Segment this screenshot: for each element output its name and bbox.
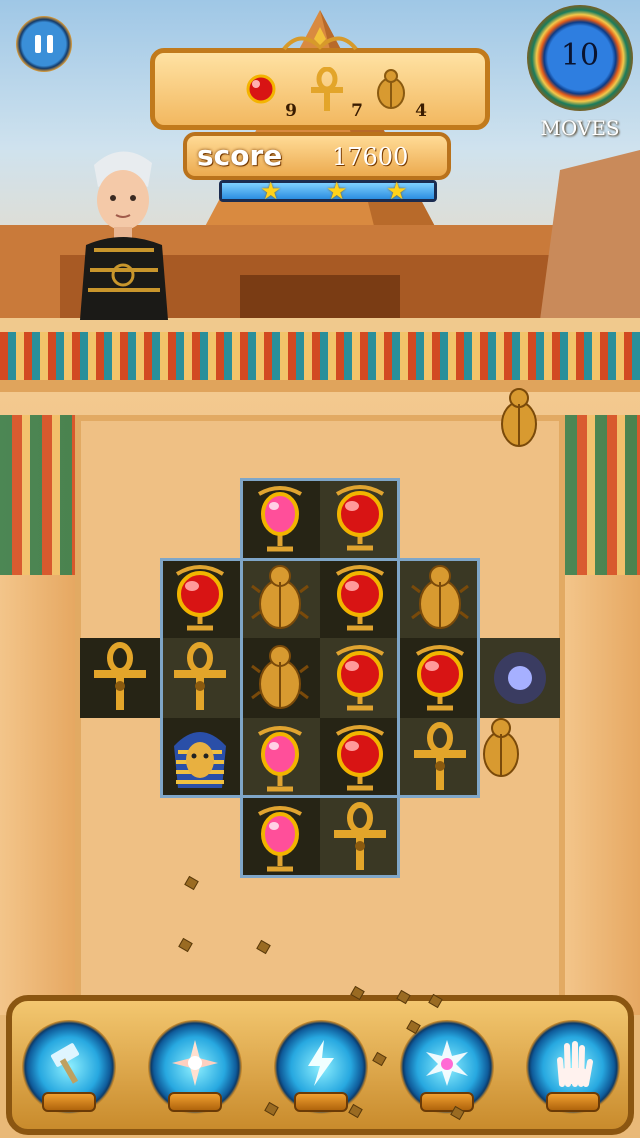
ankh-icon <box>311 66 343 111</box>
booster-compass[interactable] <box>148 1020 242 1114</box>
compass-icon <box>172 1040 218 1086</box>
goal-count: 4 <box>415 101 427 121</box>
hand-icon <box>557 1041 593 1087</box>
moves-counter: 10 <box>527 5 633 111</box>
board-tile[interactable] <box>80 638 160 718</box>
booster-count-slot <box>42 1092 96 1112</box>
goals-panel: 9 7 4 <box>150 27 490 130</box>
goal-ankh: 7 <box>307 66 363 127</box>
booster-count-slot <box>546 1092 600 1112</box>
star-icon: ★ <box>326 177 348 205</box>
score-panel: score 17600 <box>183 132 451 180</box>
pause-button[interactable] <box>16 16 72 72</box>
star-icon: ★ <box>260 177 282 205</box>
flying-scarab-icon <box>483 718 519 777</box>
decorative-frieze <box>0 318 640 392</box>
left-pillar <box>0 415 75 1015</box>
glow-icon <box>480 638 560 718</box>
booster-hammer[interactable] <box>22 1020 116 1114</box>
pause-icon <box>35 35 41 53</box>
right-pillar <box>565 415 640 1015</box>
moves-label: MOVES <box>540 116 620 140</box>
moves-value: 10 <box>560 38 600 73</box>
score-progress-bar: ★ ★ ★ <box>219 177 437 205</box>
flying-scarab-icon <box>501 388 537 447</box>
character-avatar <box>80 151 168 320</box>
score-label: score <box>197 139 283 172</box>
red-gem-icon <box>246 74 276 104</box>
star-icon: ★ <box>386 177 408 205</box>
board-outline <box>160 558 480 798</box>
score-value: 17600 <box>332 143 409 171</box>
board-tile[interactable] <box>480 638 560 718</box>
booster-count-slot <box>294 1092 348 1112</box>
game-screen: 9 7 4 score 17600 ★ ★ ★ 10 MOVES <box>0 0 640 1138</box>
scarab-icon <box>377 69 405 109</box>
goal-count: 7 <box>351 101 363 121</box>
burst-icon <box>426 1040 468 1086</box>
booster-bolt[interactable] <box>274 1020 368 1114</box>
ankh-icon <box>80 638 160 718</box>
booster-burst[interactable] <box>400 1020 494 1114</box>
hammer-icon <box>50 1043 80 1084</box>
bolt-icon <box>308 1040 334 1086</box>
goal-red-gem: 9 <box>241 67 297 127</box>
booster-hand[interactable] <box>526 1020 620 1114</box>
goal-count: 9 <box>285 101 297 121</box>
booster-count-slot <box>168 1092 222 1112</box>
crown-ornament-icon <box>282 27 358 51</box>
goal-scarab: 4 <box>371 67 427 127</box>
booster-count-slot <box>420 1092 474 1112</box>
